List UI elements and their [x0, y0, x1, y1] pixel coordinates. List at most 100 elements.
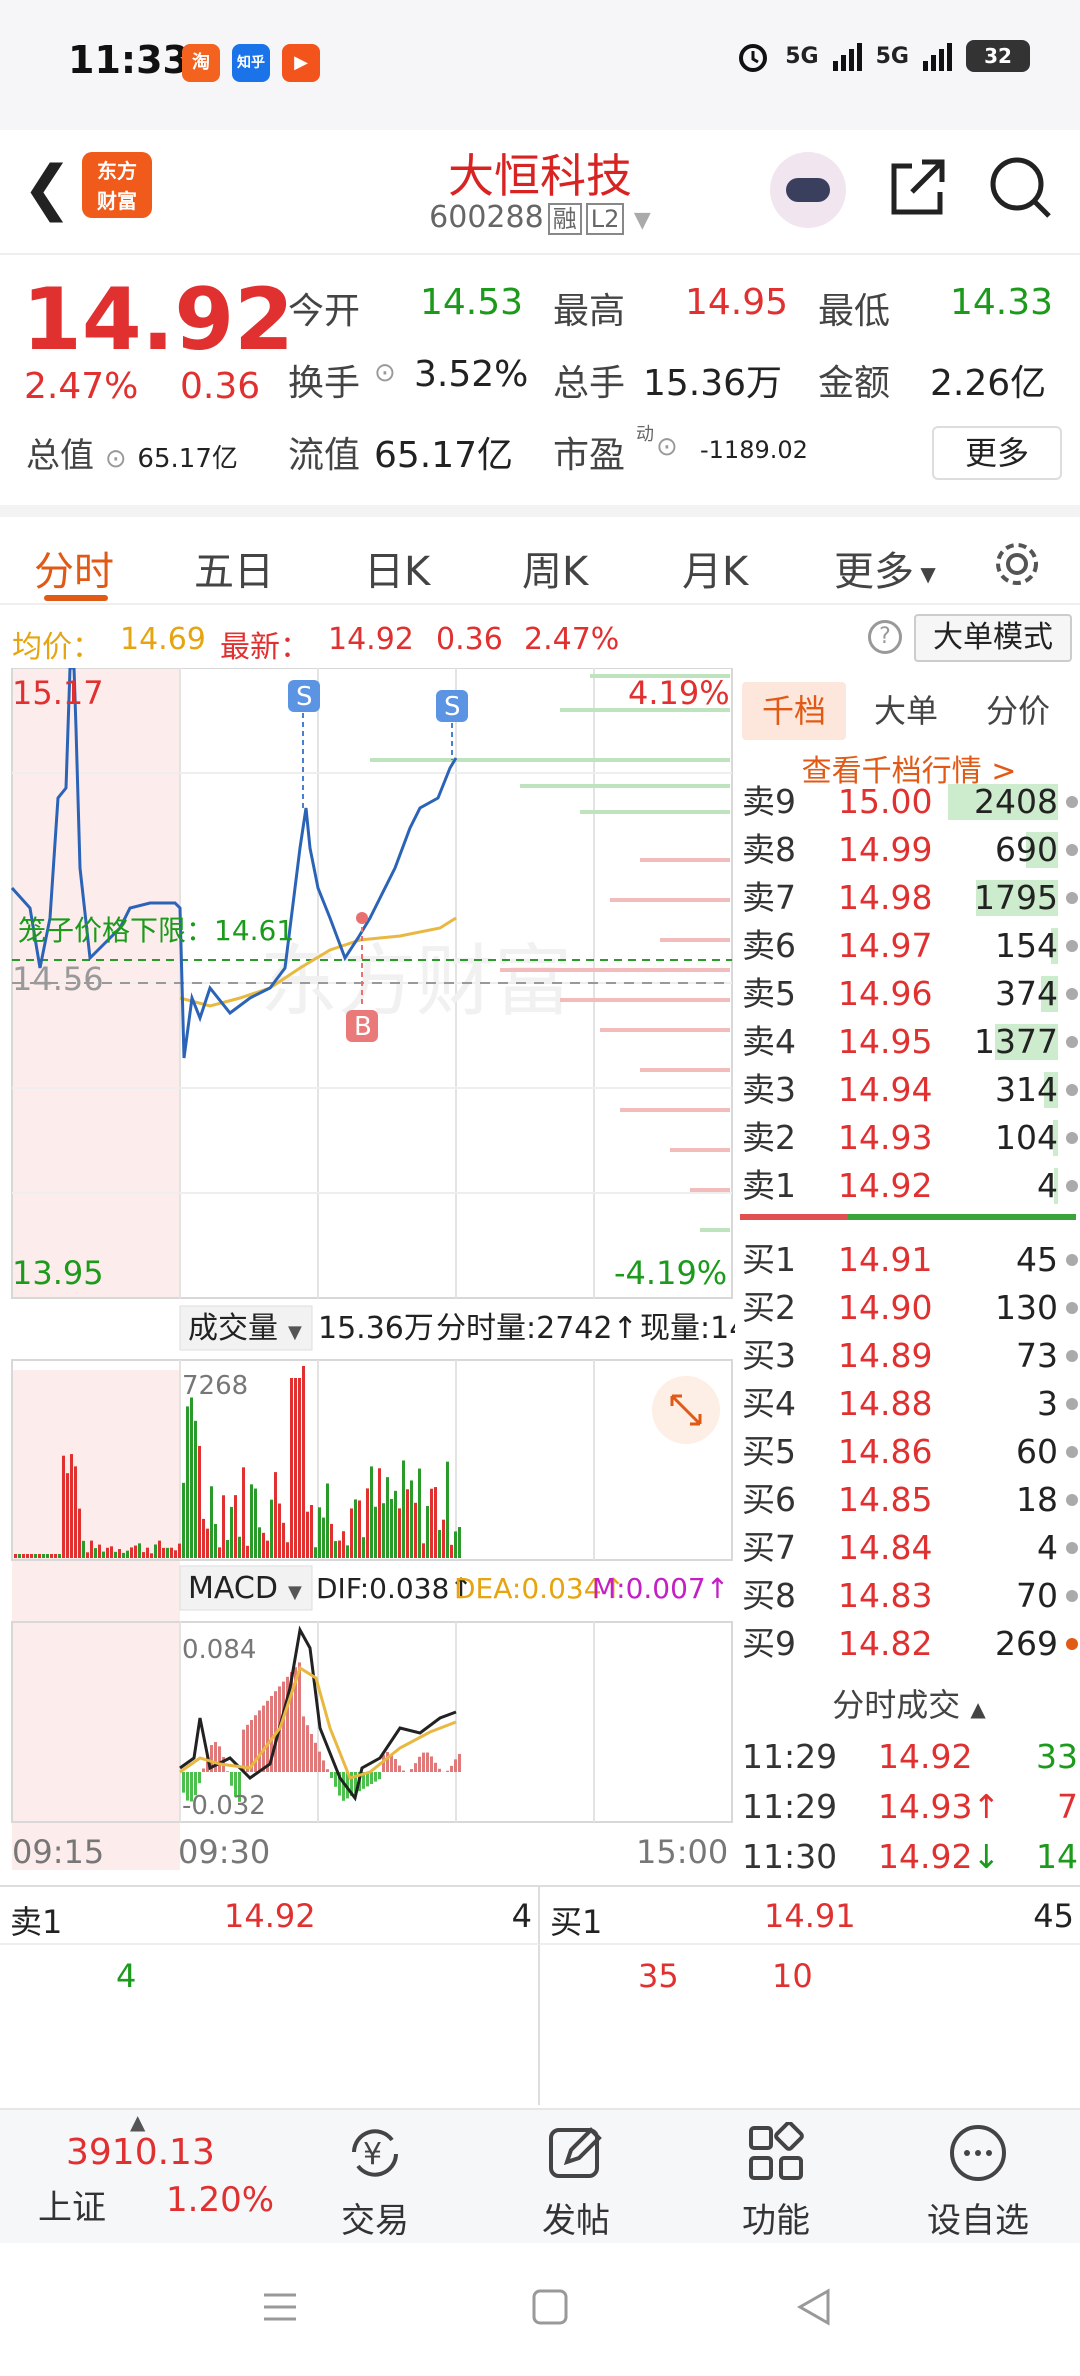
more-button[interactable]: 更多 [932, 426, 1062, 480]
menu-icon[interactable] [260, 2287, 300, 2327]
signal-5g-label: 5G [785, 43, 819, 69]
bid-row[interactable]: 买9 14.82 269 [738, 1620, 1080, 1668]
latest-label: 最新： [220, 630, 310, 665]
pe-value: -1189.02 [700, 436, 808, 464]
tab-more[interactable]: 更多 ▼ [834, 539, 936, 597]
ask-row[interactable]: 卖7 14.98 1795 [738, 874, 1080, 922]
pct-axis-bottom: -4.19% [614, 1254, 727, 1292]
share-icon[interactable] [882, 152, 952, 222]
ask-row[interactable]: 卖5 14.96 374 [738, 970, 1080, 1018]
order-dot [1066, 1036, 1078, 1048]
trade-row: 11:29 14.93↑ 7 [742, 1787, 1078, 1826]
bid-row[interactable]: 买8 14.83 70 [738, 1572, 1080, 1620]
order-dot [1066, 796, 1078, 808]
signal-bars-icon-2 [923, 41, 952, 71]
bid-row[interactable]: 买4 14.88 3 [738, 1380, 1080, 1428]
alarm-icon [739, 44, 768, 72]
buy-queue-item: 35 [638, 1957, 679, 1995]
bid-row[interactable]: 买6 14.85 18 [738, 1476, 1080, 1524]
bid-row[interactable]: 买7 14.84 4 [738, 1524, 1080, 1572]
big-order-mode-button[interactable]: 大单模式 [914, 614, 1072, 662]
video-app-icon: ▶ [282, 44, 320, 82]
bid-row[interactable]: 买3 14.89 73 [738, 1332, 1080, 1380]
home-icon[interactable] [530, 2287, 570, 2327]
tab-order-levels[interactable]: 千档 [742, 682, 846, 740]
trades-title[interactable]: 分时成交 ▲ [738, 1680, 1080, 1726]
chevron-down-icon: ▼ [288, 1322, 302, 1343]
system-nav-bar [0, 2243, 1080, 2376]
ask-row[interactable]: 卖3 14.94 314 [738, 1066, 1080, 1114]
volume-max-label: 7268 [182, 1371, 248, 1401]
index-ticker[interactable]: ▲ 3910.13 上证 1.20% [0, 2110, 275, 2245]
pe-dynamic-tag: 动 [636, 424, 654, 445]
current-volume: 现量:14 [640, 1311, 735, 1346]
ask-row[interactable]: 卖2 14.93 104 [738, 1114, 1080, 1162]
order-dot [1066, 1446, 1078, 1458]
volume-value: 15.36万 [643, 363, 783, 404]
avg-price: 14.69 [120, 622, 206, 657]
tab-five-day[interactable]: 五日 [194, 539, 274, 597]
tab-intraday[interactable]: 分时 [34, 539, 114, 597]
float-value: 65.17亿 [374, 435, 514, 476]
change-amount: 0.36 [180, 366, 261, 407]
trade-row: 11:29 14.92 33 [742, 1737, 1078, 1776]
tab-weekly-k[interactable]: 周K [522, 539, 588, 597]
float-value-label: 流值 [288, 435, 361, 476]
status-right: 5G 5G 32 [735, 38, 1030, 74]
order-dot [1066, 1254, 1078, 1266]
nav-add-watchlist[interactable]: 设自选 [888, 2122, 1068, 2242]
tick-volume: 分时量:2742↑ [436, 1311, 638, 1346]
search-icon[interactable] [985, 152, 1055, 222]
ask-row[interactable]: 卖9 15.00 2408 [738, 778, 1080, 826]
change-percent: 2.47% [24, 366, 139, 407]
current-price: 14.92 [22, 270, 295, 370]
y-axis-top: 15.17 [12, 674, 104, 712]
intraday-chart-svg: 东方财富 S S B 15.17 14.56 13.95 4.19% -4.19… [10, 666, 748, 1871]
ask-row[interactable]: 卖8 14.99 690 [738, 826, 1080, 874]
tab-price-dist[interactable]: 分价 [966, 682, 1070, 740]
nav-trade[interactable]: ¥ 交易 [285, 2122, 465, 2242]
tab-daily-k[interactable]: 日K [364, 539, 430, 597]
signal-bars-icon [832, 41, 862, 71]
status-bar: 11:33 淘 知乎 ▶ 5G 5G 32 [0, 0, 1080, 130]
gear-icon[interactable] [990, 537, 1044, 591]
open-value: 14.53 [420, 282, 524, 323]
l2-tag: L2 [585, 203, 625, 235]
latest-price: 14.92 [328, 622, 414, 657]
bid-row[interactable]: 买5 14.86 60 [738, 1428, 1080, 1476]
turnover-value: 3.52% [414, 354, 529, 395]
quote-panel: 14.92 2.47% 0.36 总值 ⊙ 65.17亿 今开 14.53 最高… [0, 258, 1080, 503]
total-value: 总值 ⊙ 65.17亿 [26, 436, 238, 476]
amount-value: 2.26亿 [930, 363, 1047, 404]
assistant-robot-icon[interactable] [770, 152, 846, 228]
tab-underline [44, 595, 108, 601]
nav-functions[interactable]: 功能 [686, 2121, 866, 2242]
help-icon[interactable]: ? [868, 620, 902, 654]
order-dot [1066, 1542, 1078, 1554]
order-dot [1066, 1132, 1078, 1144]
info-icon[interactable]: ⊙ [374, 358, 396, 388]
turnover-label: 换手 [288, 363, 361, 404]
ask-row[interactable]: 卖6 14.97 154 [738, 922, 1080, 970]
volume-selector[interactable]: 成交量 [188, 1311, 278, 1346]
stock-header: ❮ 东方 财富 大恒科技 600288 融 L2 ▼ [0, 130, 1080, 255]
order-dot [1066, 1590, 1078, 1602]
back-nav-icon[interactable] [794, 2287, 834, 2327]
tab-monthly-k[interactable]: 月K [682, 539, 748, 597]
sell-queue-item: 4 [116, 1957, 137, 1995]
info-icon[interactable]: ⊙ [656, 432, 678, 462]
intraday-chart[interactable]: 东方财富 S S B 15.17 14.56 13.95 4.19% -4.19… [0, 666, 748, 1883]
bid-row[interactable]: 买2 14.90 130 [738, 1284, 1080, 1332]
battery-icon: 32 [966, 40, 1030, 72]
ask-row[interactable]: 卖4 14.95 1377 [738, 1018, 1080, 1066]
bottom-nav: ▲ 3910.13 上证 1.20% ¥ 交易 发帖 功能 设自选 [0, 2108, 1080, 2243]
tab-big-orders[interactable]: 大单 [854, 682, 958, 740]
svg-text:S: S [444, 692, 461, 722]
grid-icon [749, 2121, 804, 2180]
ask-row[interactable]: 卖1 14.92 4 [738, 1162, 1080, 1210]
nav-post[interactable]: 发帖 [486, 2122, 666, 2242]
bid-row[interactable]: 买1 14.91 45 [738, 1236, 1080, 1284]
macd-selector[interactable]: MACD [188, 1571, 278, 1606]
cage-price-label: 笼子价格下限：14.61 [18, 914, 294, 947]
order-dot [1066, 1494, 1078, 1506]
